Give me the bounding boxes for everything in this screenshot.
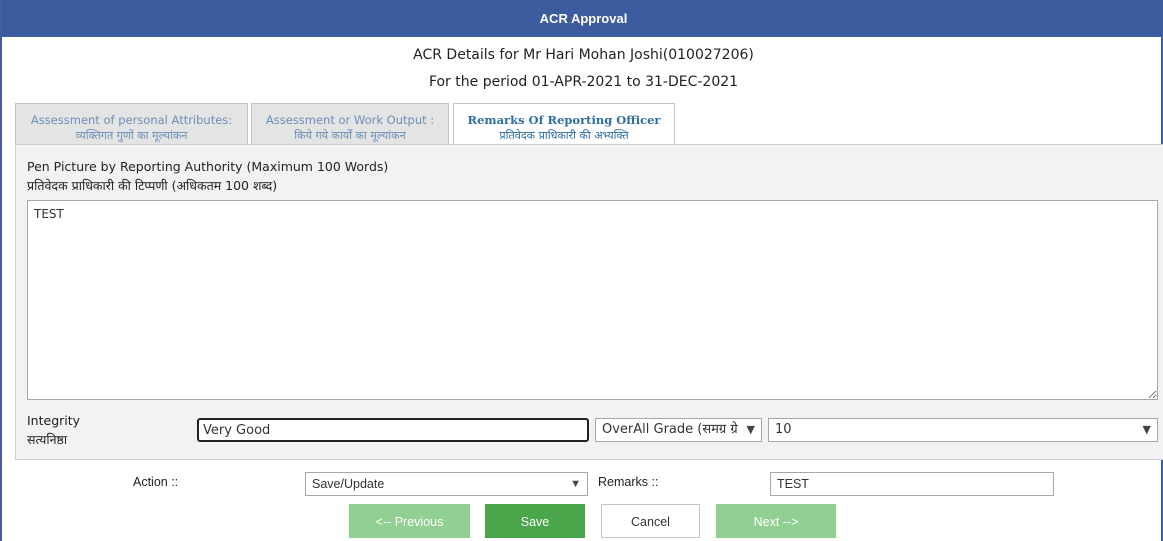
app-window: ACR Approval ACR Details for Mr Hari Moh… xyxy=(0,0,1163,541)
tab-remarks-reporting-officer[interactable]: Remarks Of Reporting Officer प्रतिवेदक प… xyxy=(453,103,675,146)
pen-picture-label: Pen Picture by Reporting Authority (Maxi… xyxy=(27,159,389,174)
tab-work-output[interactable]: Assessment or Work Output : किये गये कार… xyxy=(251,103,449,144)
tab-sublabel: व्यक्तिगत गुणों का मूल्यांकन xyxy=(75,129,188,142)
pen-picture-textarea[interactable]: TEST xyxy=(27,200,1158,400)
window-title: ACR Approval xyxy=(2,0,1163,37)
action-value: Save/Update xyxy=(312,477,385,491)
remarks-input[interactable] xyxy=(770,472,1054,496)
overall-grade-select[interactable]: OverAll Grade (समग्र ग्रे ▼ xyxy=(595,418,762,442)
integrity-label-hindi: सत्यनिष्ठा xyxy=(27,432,68,447)
integrity-label: Integrity xyxy=(27,413,81,428)
grade-value: 10 xyxy=(775,422,792,437)
previous-button[interactable]: <-- Previous xyxy=(349,504,470,538)
action-select[interactable]: Save/Update ▼ xyxy=(305,472,588,496)
remarks-label: Remarks :: xyxy=(598,475,659,489)
tab-label: Assessment of personal Attributes: xyxy=(30,113,233,127)
tab-sublabel: प्रतिवेदक प्राधिकारी की अभ्यक्ति xyxy=(499,129,629,142)
acr-details-heading: ACR Details for Mr Hari Mohan Joshi(0100… xyxy=(413,47,754,63)
chevron-down-icon: ▼ xyxy=(1142,423,1151,436)
overall-grade-label: OverAll Grade (समग्र ग्रे xyxy=(602,422,738,437)
next-button[interactable]: Next --> xyxy=(716,504,836,538)
cancel-button[interactable]: Cancel xyxy=(601,504,700,538)
chevron-down-icon: ▼ xyxy=(746,423,755,436)
pen-picture-label-hindi: प्रतिवेदक प्राधिकारी की टिप्पणी (अधिकतम … xyxy=(27,178,278,193)
tab-sublabel: किये गये कार्यों का मूल्यांकन xyxy=(294,129,406,142)
integrity-input[interactable] xyxy=(197,418,589,442)
tab-label: Remarks Of Reporting Officer xyxy=(467,113,661,127)
tab-personal-attributes[interactable]: Assessment of personal Attributes: व्यक्… xyxy=(15,103,248,144)
action-label: Action :: xyxy=(133,475,179,489)
save-button[interactable]: Save xyxy=(485,504,585,538)
grade-value-select[interactable]: 10 ▼ xyxy=(768,418,1158,442)
tab-label: Assessment or Work Output : xyxy=(265,113,435,127)
acr-period-heading: For the period 01-APR-2021 to 31-DEC-202… xyxy=(428,74,739,90)
chevron-down-icon: ▼ xyxy=(570,478,581,490)
